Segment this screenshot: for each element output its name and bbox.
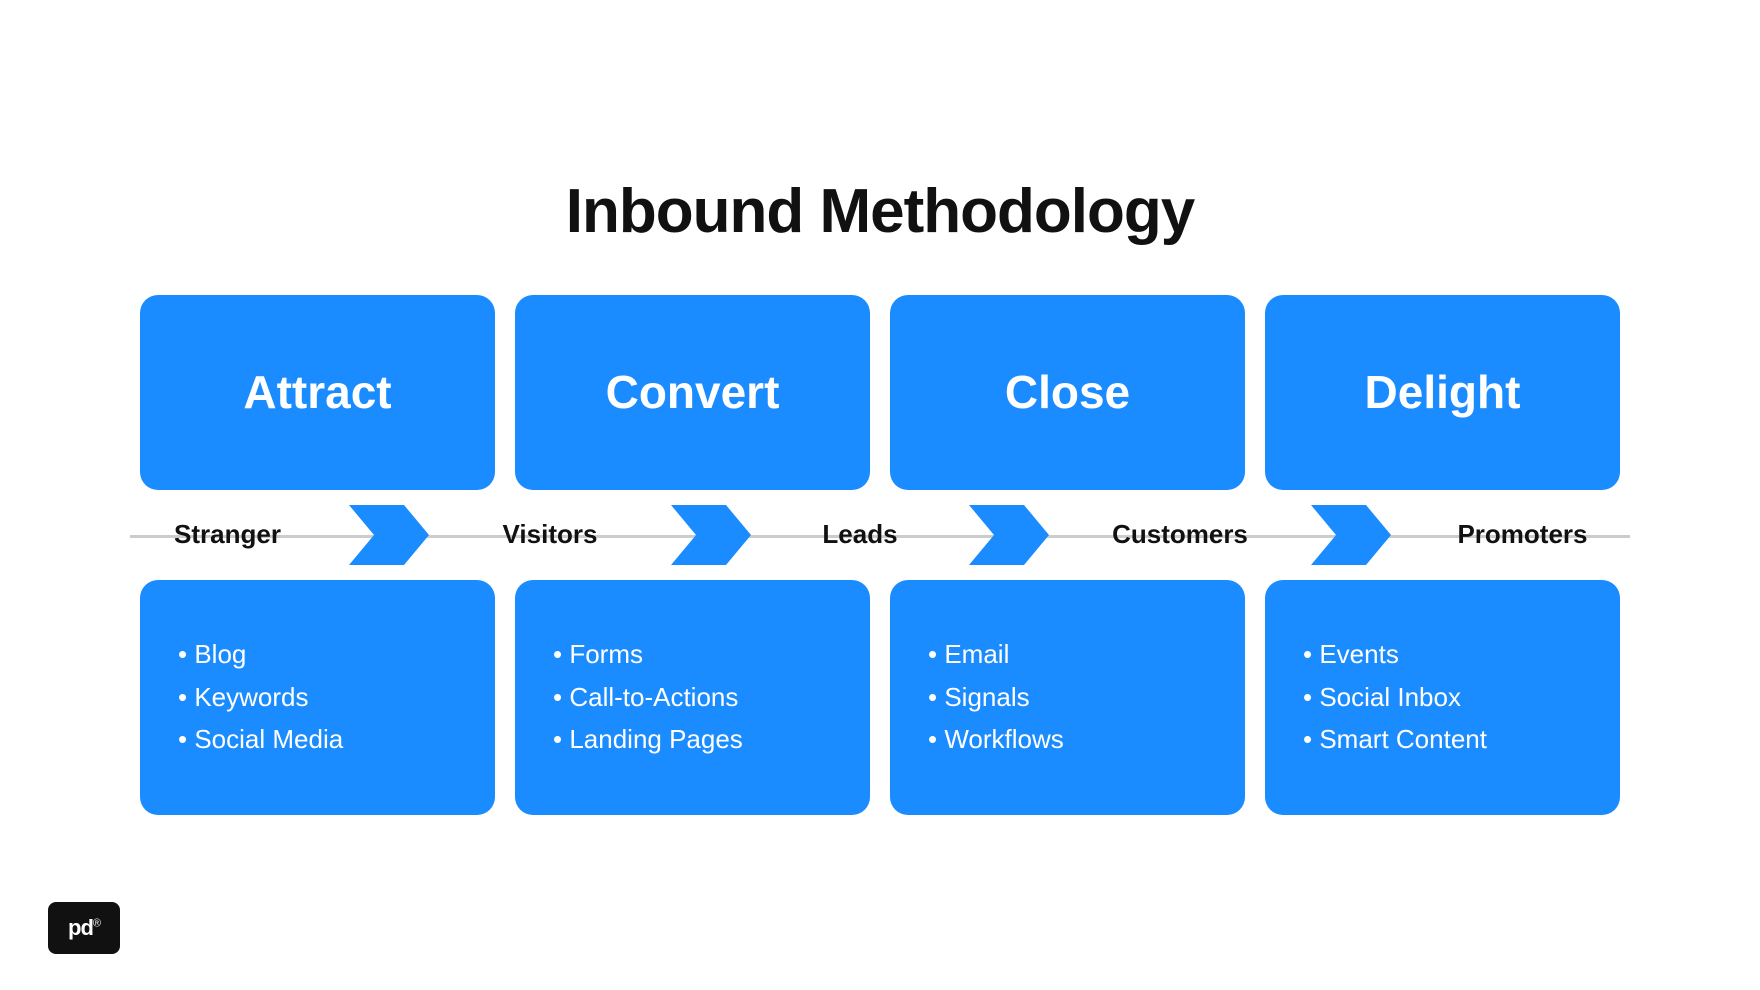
promoters-label: Promoters (1457, 519, 1587, 550)
customers-segment: Customers (1083, 519, 1278, 550)
leads-label: Leads (822, 519, 897, 550)
chevron-3 (935, 505, 1083, 565)
convert-tools-box: Forms Call-to-Actions Landing Pages (515, 580, 870, 815)
inbound-diagram: Attract Convert Close Delight Stranger V… (130, 295, 1630, 815)
chevron-1 (315, 505, 463, 565)
customers-label: Customers (1112, 519, 1248, 550)
convert-box: Convert (515, 295, 870, 490)
logo-text: pd® (68, 915, 100, 941)
logo: pd® (48, 902, 120, 954)
attract-box: Attract (140, 295, 495, 490)
close-label: Close (1005, 365, 1130, 419)
list-item: Workflows (928, 718, 1207, 761)
attract-tools-box: Blog Keywords Social Media (140, 580, 495, 815)
promoters-segment: Promoters (1425, 519, 1620, 550)
list-item: Social Media (178, 718, 457, 761)
bottom-row: Blog Keywords Social Media Forms Call-to… (130, 580, 1630, 815)
leads-segment: Leads (785, 519, 935, 550)
close-tools-list: Email Signals Workflows (928, 633, 1207, 762)
chevron-arrow-4 (1311, 505, 1391, 565)
chevron-arrow-3 (969, 505, 1049, 565)
middle-row: Stranger Visitors Leads (130, 490, 1630, 580)
list-item: Events (1303, 633, 1582, 676)
delight-tools-box: Events Social Inbox Smart Content (1265, 580, 1620, 815)
attract-label: Attract (243, 365, 391, 419)
delight-label: Delight (1365, 365, 1521, 419)
list-item: Keywords (178, 676, 457, 719)
list-item: Social Inbox (1303, 676, 1582, 719)
page-title: Inbound Methodology (566, 176, 1194, 247)
convert-label: Convert (606, 365, 780, 419)
stranger-segment: Stranger (140, 519, 315, 550)
list-item: Email (928, 633, 1207, 676)
chevron-2 (638, 505, 786, 565)
stranger-label: Stranger (174, 519, 281, 550)
list-item: Signals (928, 676, 1207, 719)
convert-tools-list: Forms Call-to-Actions Landing Pages (553, 633, 832, 762)
close-box: Close (890, 295, 1245, 490)
list-item: Landing Pages (553, 718, 832, 761)
list-item: Forms (553, 633, 832, 676)
chevron-arrow-1 (349, 505, 429, 565)
delight-tools-list: Events Social Inbox Smart Content (1303, 633, 1582, 762)
visitors-label: Visitors (503, 519, 598, 550)
close-tools-box: Email Signals Workflows (890, 580, 1245, 815)
top-row: Attract Convert Close Delight (130, 295, 1630, 490)
chevron-4 (1278, 505, 1426, 565)
visitors-segment: Visitors (463, 519, 638, 550)
list-item: Smart Content (1303, 718, 1582, 761)
list-item: Call-to-Actions (553, 676, 832, 719)
attract-tools-list: Blog Keywords Social Media (178, 633, 457, 762)
chevron-arrow-2 (671, 505, 751, 565)
delight-box: Delight (1265, 295, 1620, 490)
list-item: Blog (178, 633, 457, 676)
